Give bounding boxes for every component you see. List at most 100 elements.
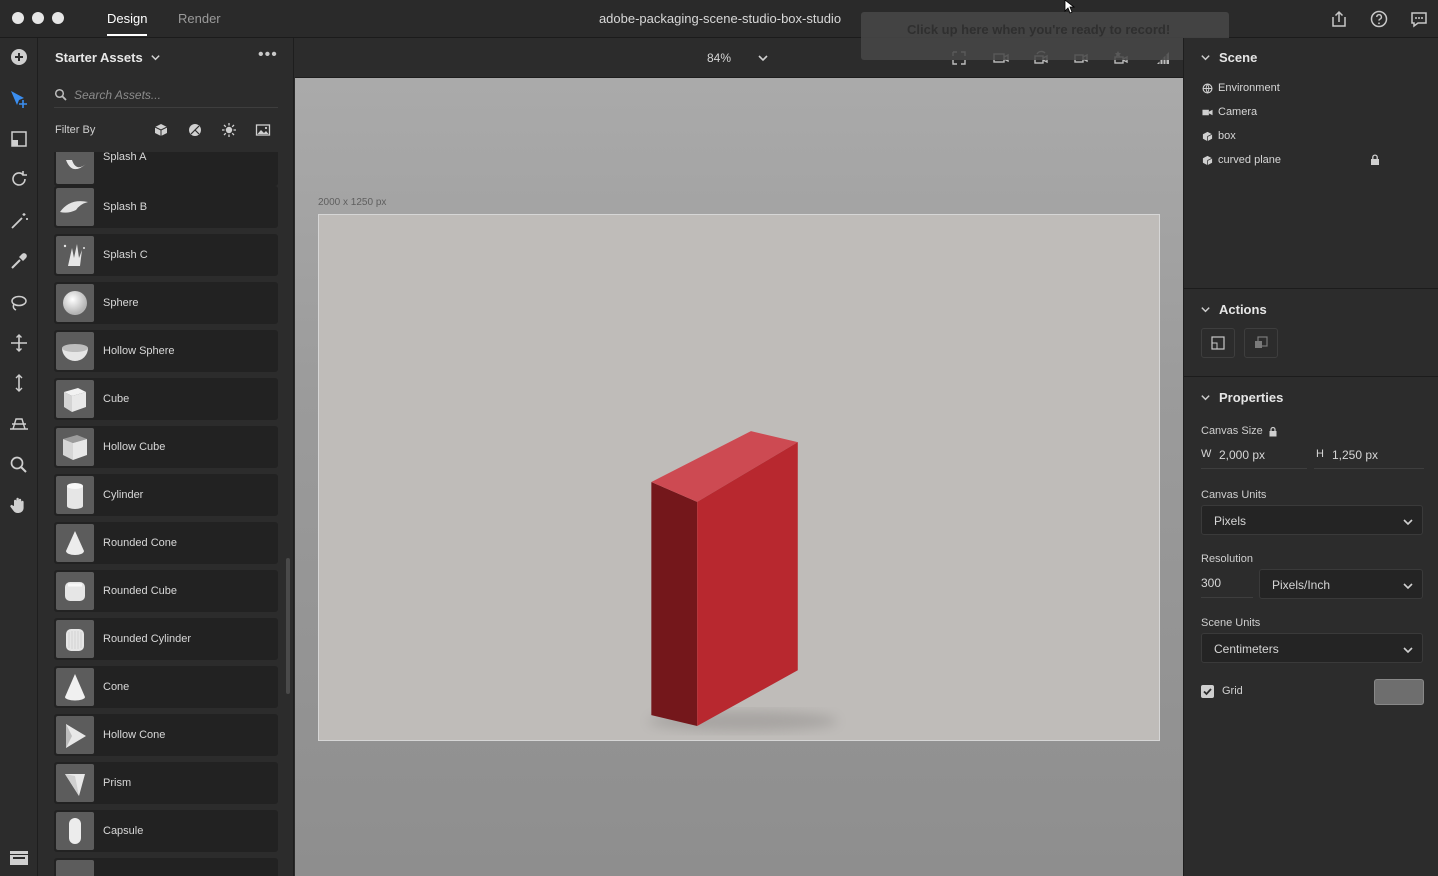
asset-item[interactable]: Hollow Cone xyxy=(54,714,278,756)
share-icon[interactable] xyxy=(1329,9,1349,29)
actions-section-title[interactable]: Actions xyxy=(1219,302,1267,317)
dolly-icon[interactable] xyxy=(8,372,30,394)
chevron-down-icon[interactable] xyxy=(1200,392,1211,403)
artboard[interactable] xyxy=(318,214,1160,741)
chevron-down-icon[interactable] xyxy=(757,52,769,64)
scene-item-box[interactable]: box xyxy=(1202,130,1402,144)
resolution-unit-dropdown[interactable]: Pixels/Inch xyxy=(1259,569,1423,599)
active-tab-indicator xyxy=(107,34,147,36)
hollow-sphere-thumbnail xyxy=(56,332,94,370)
scene-section-title[interactable]: Scene xyxy=(1219,50,1257,65)
camera-icon xyxy=(1202,109,1213,116)
scene-units-dropdown[interactable]: Centimeters xyxy=(1201,633,1423,663)
filter-images-icon[interactable] xyxy=(255,122,271,138)
align-to-frame-button[interactable] xyxy=(1201,328,1235,358)
app-window: Design Render adobe-packaging-scene-stud… xyxy=(0,0,1438,876)
search-assets-input[interactable] xyxy=(74,86,274,104)
width-input[interactable]: 2,000 px xyxy=(1219,448,1265,462)
grid-color-swatch[interactable] xyxy=(1374,679,1424,705)
asset-item[interactable]: Splash A xyxy=(54,152,278,186)
zoom-level[interactable]: 84% xyxy=(707,51,731,65)
canvas-units-dropdown[interactable]: Pixels xyxy=(1201,505,1423,535)
height-input[interactable]: 1,250 px xyxy=(1332,448,1378,462)
filter-models-icon[interactable] xyxy=(153,122,169,138)
properties-section-title[interactable]: Properties xyxy=(1219,390,1283,405)
search-assets-box xyxy=(54,82,278,108)
feedback-icon[interactable] xyxy=(1409,9,1429,29)
asset-item[interactable]: Hollow Cube xyxy=(54,426,278,468)
select-move-icon[interactable] xyxy=(8,88,30,110)
canvas-units-value: Pixels xyxy=(1214,514,1247,528)
lock-icon[interactable] xyxy=(1268,426,1278,437)
tools-toolbar xyxy=(0,38,38,876)
asset-item[interactable]: Splash C xyxy=(54,234,278,276)
close-window-button[interactable] xyxy=(12,12,24,24)
asset-item[interactable]: Prism xyxy=(54,762,278,804)
lock-icon[interactable] xyxy=(1370,154,1380,165)
asset-label: Splash B xyxy=(103,201,148,213)
hand-icon[interactable] xyxy=(8,494,30,516)
asset-item[interactable] xyxy=(54,858,278,876)
pan-move-icon[interactable] xyxy=(8,332,30,354)
asset-item[interactable]: Capsule xyxy=(54,810,278,852)
filter-materials-icon[interactable] xyxy=(187,122,203,138)
width-input-underline xyxy=(1201,468,1307,469)
tab-render[interactable]: Render xyxy=(178,11,221,26)
duplicate-action-button[interactable] xyxy=(1244,328,1278,358)
asset-item[interactable]: Cube xyxy=(54,378,278,420)
asset-item[interactable]: Rounded Cylinder xyxy=(54,618,278,660)
chevron-down-icon[interactable] xyxy=(1200,304,1211,315)
asset-item[interactable]: Cylinder xyxy=(54,474,278,516)
document-title: adobe-packaging-scene-studio-box-studio xyxy=(598,11,842,26)
asset-item[interactable]: Splash B xyxy=(54,186,278,228)
more-options-button[interactable]: ••• xyxy=(258,46,278,64)
scene-item-camera[interactable]: Camera xyxy=(1202,106,1402,120)
asset-label: Hollow Sphere xyxy=(103,345,175,357)
properties-panel: Scene Environment Camera box curved plan… xyxy=(1183,38,1438,876)
section-divider xyxy=(1184,288,1438,289)
assets-scrollbar[interactable] xyxy=(286,558,290,694)
rounded-cone-thumbnail xyxy=(56,524,94,562)
globe-icon xyxy=(1202,83,1213,94)
lasso-icon[interactable] xyxy=(8,292,30,314)
filter-lights-icon[interactable] xyxy=(221,122,237,138)
tab-design[interactable]: Design xyxy=(107,11,147,26)
asset-label: Hollow Cube xyxy=(103,441,166,453)
splash-b-thumbnail xyxy=(56,188,94,226)
assets-library-dropdown[interactable]: Starter Assets xyxy=(55,50,161,65)
height-label: H xyxy=(1316,448,1324,460)
assets-panel-toggle-icon[interactable] xyxy=(8,848,30,868)
asset-item[interactable]: Sphere xyxy=(54,282,278,324)
asset-item[interactable]: Hollow Sphere xyxy=(54,330,278,372)
grid-checkbox[interactable] xyxy=(1201,685,1214,698)
splash-c-thumbnail xyxy=(56,236,94,274)
asset-item[interactable]: Rounded Cone xyxy=(54,522,278,564)
add-content-icon[interactable] xyxy=(8,46,30,68)
box-side-face xyxy=(651,481,698,727)
scene-item-environment[interactable]: Environment xyxy=(1202,82,1402,96)
capsule-thumbnail xyxy=(56,812,94,850)
canvas-area: 84% 2000 x 1250 px xyxy=(295,38,1183,876)
record-tooltip[interactable]: Click up here when you're ready to recor… xyxy=(861,12,1229,60)
resolution-input[interactable]: 300 xyxy=(1201,576,1221,590)
zoom-icon[interactable] xyxy=(8,454,30,476)
maximize-window-button[interactable] xyxy=(52,12,64,24)
magic-wand-icon[interactable] xyxy=(8,210,30,232)
box-model[interactable] xyxy=(319,215,1159,740)
asset-item[interactable]: Rounded Cube xyxy=(54,570,278,612)
select-frame-icon[interactable] xyxy=(8,128,30,150)
canvas-size-label: 2000 x 1250 px xyxy=(318,197,387,208)
height-input-underline xyxy=(1314,468,1424,469)
model-icon xyxy=(1202,155,1213,166)
eyedropper-icon[interactable] xyxy=(8,250,30,272)
perspective-icon[interactable] xyxy=(8,412,30,434)
chevron-down-icon[interactable] xyxy=(1200,52,1211,63)
minimize-window-button[interactable] xyxy=(32,12,44,24)
tooltip-text: Click up here when you're ready to recor… xyxy=(907,22,1171,37)
help-icon[interactable] xyxy=(1369,9,1389,29)
asset-label: Cylinder xyxy=(103,489,144,501)
asset-label: Prism xyxy=(103,777,132,789)
cylinder-thumbnail xyxy=(56,476,94,514)
orbit-icon[interactable] xyxy=(8,168,30,190)
asset-item[interactable]: Cone xyxy=(54,666,278,708)
